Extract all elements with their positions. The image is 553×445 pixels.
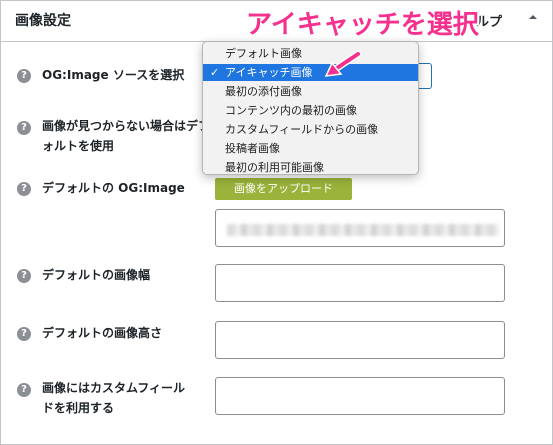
default-image-width-field[interactable] [215, 264, 505, 302]
help-icon[interactable]: ? [17, 383, 31, 397]
dropdown-option[interactable]: 投稿者画像 [203, 140, 418, 157]
default-image-width-label: デフォルトの画像幅 [42, 268, 151, 282]
dropdown-option[interactable]: 最初の利用可能画像 [203, 159, 418, 176]
custom-field-image-field[interactable] [215, 377, 505, 415]
annotation-callout: アイキャッチを選択 [246, 10, 479, 40]
og-image-source-label: OG:Image ソースを選択 [42, 68, 185, 82]
blurred-url-value [227, 224, 499, 236]
default-image-height-field[interactable] [215, 321, 505, 359]
checkmark-icon: ✓ [210, 66, 220, 79]
help-icon[interactable]: ? [17, 327, 31, 341]
help-icon[interactable]: ? [17, 269, 31, 283]
help-icon[interactable]: ? [17, 121, 31, 135]
custom-field-image-label: 画像にはカスタムフィールドを利用する [42, 381, 186, 415]
upload-image-button[interactable]: 画像をアップロード [215, 178, 352, 200]
dropdown-option[interactable]: 最初の添付画像 [203, 83, 418, 100]
dropdown-option[interactable]: カスタムフィールドからの画像 [203, 121, 418, 138]
help-icon[interactable]: ? [17, 182, 31, 196]
dropdown-option-label: アイキャッチ画像 [225, 66, 313, 79]
default-image-height-label: デフォルトの画像高さ [42, 326, 163, 340]
default-og-image-label: デフォルトの OG:Image [42, 181, 185, 195]
use-default-label: 画像が見つからない場合はデフォルトを使用 [42, 119, 211, 153]
header-help-link[interactable]: ルプ [476, 11, 502, 30]
dropdown-option-selected[interactable]: ✓ アイキャッチ画像 [203, 64, 418, 81]
image-source-dropdown[interactable]: デフォルト画像 ✓ アイキャッチ画像 最初の添付画像 コンテンツ内の最初の画像 … [202, 41, 419, 175]
panel-title: 画像設定 [15, 13, 71, 29]
dropdown-option[interactable]: デフォルト画像 [203, 45, 418, 62]
dropdown-option[interactable]: コンテンツ内の最初の画像 [203, 102, 418, 119]
help-icon[interactable]: ? [17, 69, 31, 83]
annotation-arrow-icon [324, 50, 362, 77]
collapse-toggle-icon[interactable] [525, 9, 541, 25]
